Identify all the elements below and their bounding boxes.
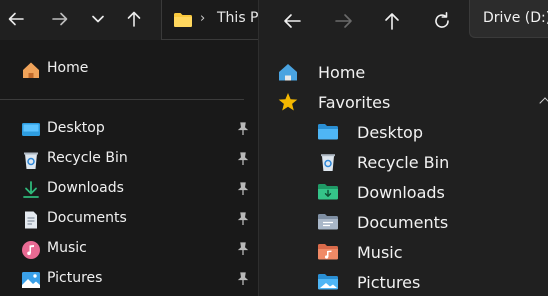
arrow-left-icon <box>284 14 301 28</box>
nav-label: Downloads <box>47 180 124 196</box>
desktop-icon <box>22 123 40 136</box>
nav-item-favorites[interactable]: Favorites <box>259 87 548 117</box>
address-bar[interactable]: Drive (D:) <box>469 0 548 38</box>
pictures-icon <box>318 274 338 290</box>
pin-icon[interactable] <box>236 152 250 166</box>
chevron-up-icon[interactable] <box>539 97 548 109</box>
downloads-icon <box>318 184 338 200</box>
nav-item-recycle-bin[interactable]: Recycle Bin <box>0 144 258 174</box>
nav-label: Pictures <box>47 270 103 286</box>
home-icon <box>23 62 39 78</box>
documents-icon <box>25 211 37 229</box>
nav-label: Recycle Bin <box>47 150 128 166</box>
nav-item-desktop[interactable]: Desktop <box>259 117 548 147</box>
right-explorer-window: Drive (D:) Home Favorites Desktop Recycl… <box>258 0 548 296</box>
breadcrumb-separator: › <box>200 11 206 26</box>
nav-item-music[interactable]: Music <box>0 234 258 264</box>
arrow-right-icon <box>335 14 352 28</box>
chevron-down-icon <box>92 15 104 23</box>
folder-icon <box>174 13 192 27</box>
nav-label: Music <box>357 243 403 262</box>
star-icon <box>278 93 298 111</box>
recycle-bin-icon <box>24 152 38 169</box>
nav-label: Favorites <box>318 93 391 112</box>
nav-item-downloads[interactable]: Downloads <box>0 174 258 204</box>
nav-label: Downloads <box>357 183 445 202</box>
divider <box>0 99 244 100</box>
recycle-bin-icon <box>321 154 335 171</box>
refresh-icon <box>435 12 449 28</box>
nav-item-documents[interactable]: Documents <box>259 207 548 237</box>
nav-item-documents[interactable]: Documents <box>0 204 258 234</box>
nav-item-pictures[interactable]: Pictures <box>0 264 258 294</box>
pin-icon[interactable] <box>236 272 250 286</box>
arrow-up-icon <box>127 11 141 27</box>
left-explorer-window: › This PC Home Desktop Recycle Bin Downl… <box>0 0 268 296</box>
arrow-right-icon <box>52 12 68 26</box>
documents-icon <box>318 214 338 230</box>
nav-label: Documents <box>47 210 127 226</box>
music-icon <box>318 244 338 260</box>
downloads-icon <box>23 181 39 198</box>
nav-item-music[interactable]: Music <box>259 237 548 267</box>
nav-label: Desktop <box>357 123 423 142</box>
nav-item-home[interactable]: Home <box>0 54 258 84</box>
nav-label: Documents <box>357 213 449 232</box>
up-button[interactable] <box>121 6 147 32</box>
nav-label: Pictures <box>357 273 421 292</box>
pin-icon[interactable] <box>236 212 250 226</box>
address-bar[interactable]: › This PC <box>161 0 268 40</box>
nav-item-home[interactable]: Home <box>259 57 548 87</box>
nav-item-recycle-bin[interactable]: Recycle Bin <box>259 147 548 177</box>
nav-item-pictures[interactable]: Pictures <box>259 267 548 296</box>
breadcrumb-drive[interactable]: Drive (D:) <box>483 10 548 26</box>
arrow-left-icon <box>8 12 24 26</box>
pin-icon[interactable] <box>236 182 250 196</box>
right-toolbar: Drive (D:) <box>259 0 548 50</box>
desktop-icon <box>318 124 338 140</box>
arrow-up-icon <box>385 13 399 30</box>
pin-icon[interactable] <box>236 122 250 136</box>
back-button[interactable] <box>277 6 307 36</box>
nav-label: Home <box>47 60 89 76</box>
nav-label: Music <box>47 240 87 256</box>
nav-label: Desktop <box>47 120 105 136</box>
music-icon <box>22 241 40 259</box>
refresh-button[interactable] <box>427 6 457 36</box>
left-toolbar: › This PC <box>0 0 268 40</box>
pin-icon[interactable] <box>236 242 250 256</box>
back-button[interactable] <box>3 6 29 32</box>
pictures-icon <box>22 272 40 288</box>
nav-label: Recycle Bin <box>357 153 450 172</box>
up-button[interactable] <box>377 6 407 36</box>
forward-button[interactable] <box>47 6 73 32</box>
nav-label: Home <box>318 63 366 82</box>
forward-button[interactable] <box>329 6 359 36</box>
nav-item-desktop[interactable]: Desktop <box>0 114 258 144</box>
recent-locations-button[interactable] <box>85 6 111 32</box>
home-icon <box>279 64 297 81</box>
nav-item-downloads[interactable]: Downloads <box>259 177 548 207</box>
